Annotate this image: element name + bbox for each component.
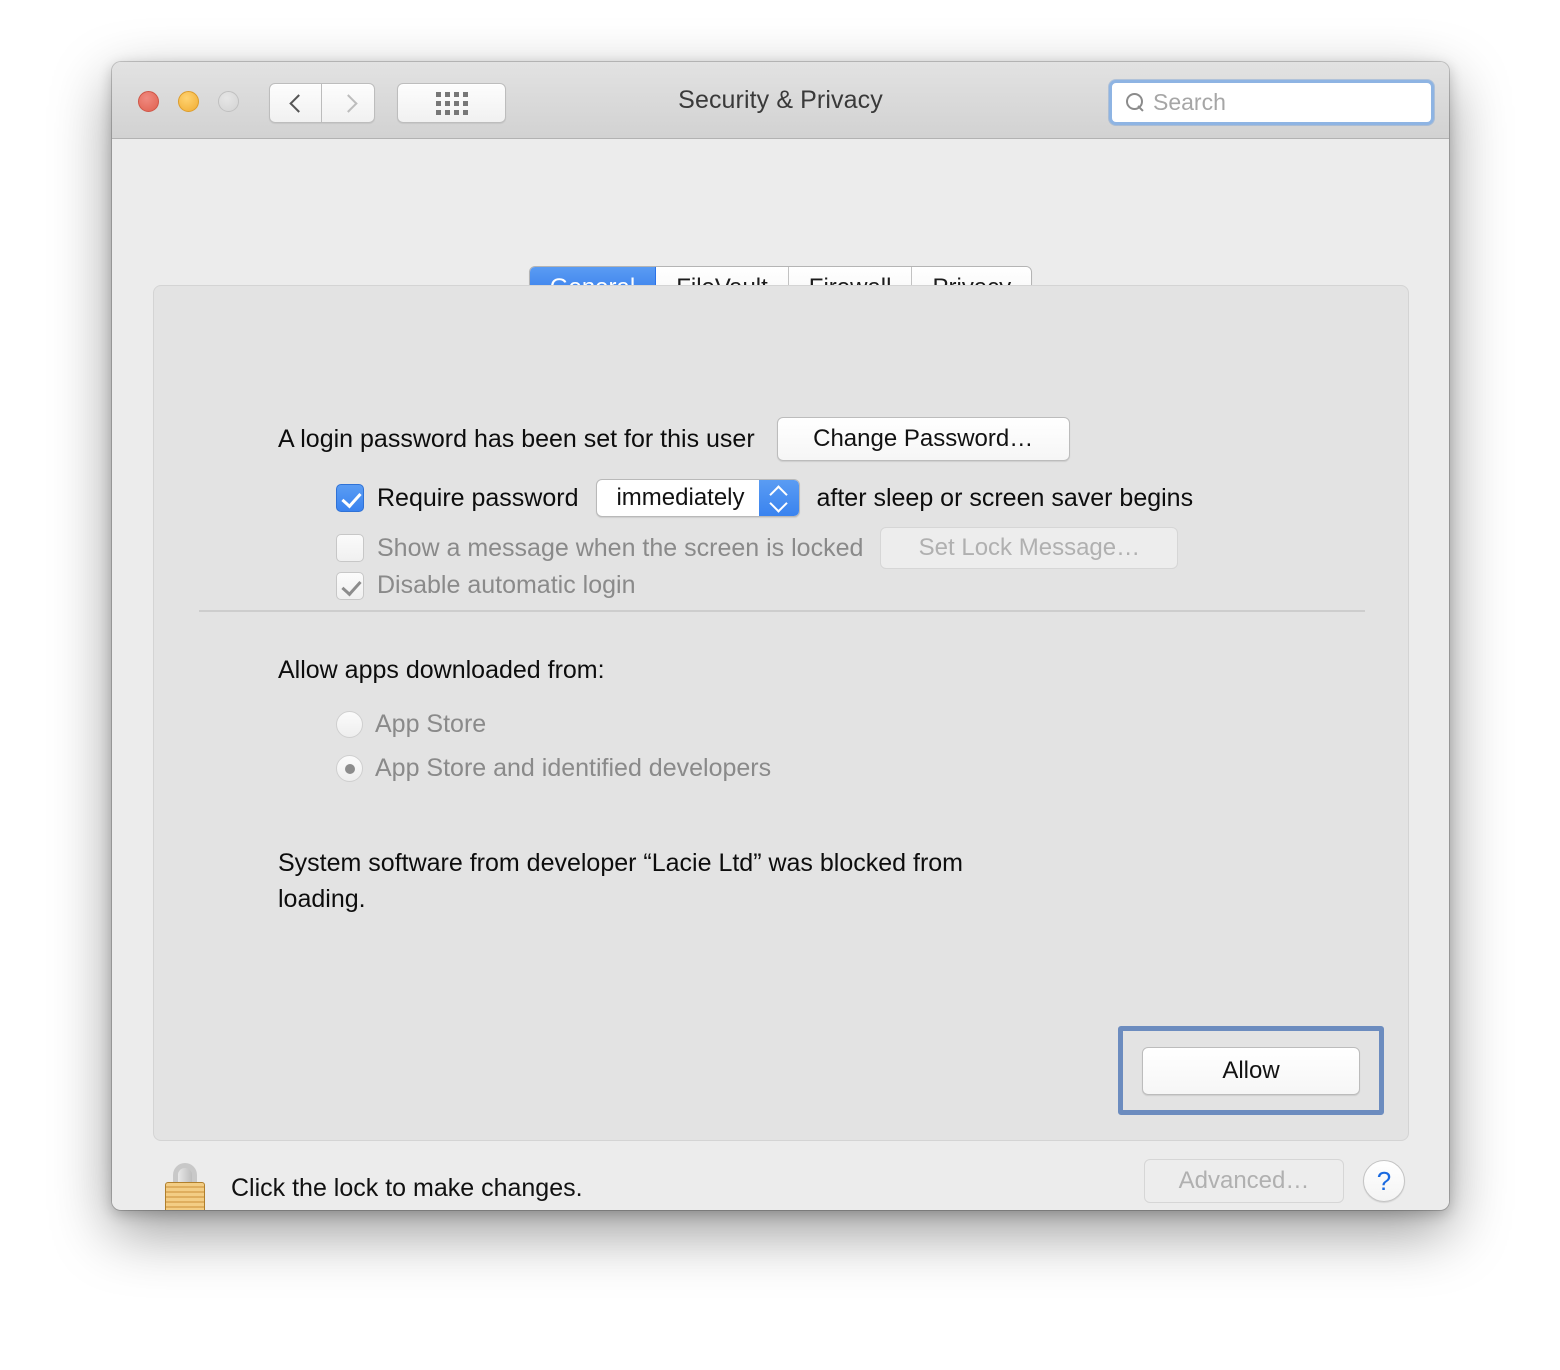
screenshot-stage: Security & Privacy General FileVault Fir… [0, 0, 1560, 1370]
radio-app-store-row[interactable]: App Store [336, 710, 486, 739]
login-password-label: A login password has been set for this u… [278, 424, 755, 453]
section-divider [199, 610, 1365, 612]
require-password-delay-popup[interactable]: immediately [595, 479, 800, 517]
require-password-delay-value: immediately [616, 484, 745, 511]
search-input[interactable] [1153, 89, 1403, 116]
lock-area[interactable]: Click the lock to make changes. [163, 1162, 583, 1210]
help-button[interactable]: ? [1363, 1160, 1405, 1202]
show-lock-message-row: Show a message when the screen is locked… [336, 527, 1179, 569]
lock-closed-icon[interactable] [163, 1162, 207, 1210]
system-preferences-window: Security & Privacy General FileVault Fir… [112, 62, 1449, 1210]
radio-identified-developers-label: App Store and identified developers [375, 754, 772, 782]
footer-button-group: Advanced… ? [1144, 1159, 1405, 1203]
window-titlebar: Security & Privacy [112, 62, 1449, 139]
allow-apps-label: Allow apps downloaded from: [278, 656, 605, 684]
allow-button[interactable]: Allow [1142, 1046, 1360, 1095]
radio-identified-developers-row[interactable]: App Store and identified developers [336, 754, 771, 783]
disable-automatic-login-checkbox[interactable] [336, 571, 364, 600]
radio-app-store-label: App Store [375, 710, 487, 738]
advanced-button[interactable]: Advanced… [1144, 1159, 1344, 1203]
set-lock-message-button[interactable]: Set Lock Message… [880, 527, 1179, 569]
blocked-software-notice: System software from developer “Lacie Lt… [278, 849, 963, 913]
require-password-checkbox[interactable] [336, 484, 364, 512]
chevron-updown-icon[interactable] [758, 480, 799, 516]
login-password-row: A login password has been set for this u… [278, 417, 1070, 461]
change-password-button[interactable]: Change Password… [776, 417, 1070, 461]
require-password-suffix-label: after sleep or screen saver begins [816, 483, 1194, 512]
allow-button-focus-ring: Allow [1118, 1026, 1384, 1115]
window-body: General FileVault Firewall Privacy A log… [112, 139, 1449, 1210]
disable-automatic-login-row: Disable automatic login [336, 571, 635, 600]
general-tab-panel: A login password has been set for this u… [153, 285, 1409, 1141]
require-password-row: Require password immediately after sleep… [336, 479, 1193, 517]
lock-hint-label: Click the lock to make changes. [231, 1173, 583, 1202]
search-field[interactable] [1109, 80, 1434, 125]
show-lock-message-checkbox[interactable] [336, 534, 364, 562]
radio-app-store-button[interactable] [336, 711, 363, 738]
radio-identified-developers-button[interactable] [336, 755, 363, 782]
show-lock-message-label: Show a message when the screen is locked [377, 533, 864, 562]
search-icon [1126, 93, 1145, 112]
disable-automatic-login-label: Disable automatic login [377, 571, 636, 599]
require-password-label: Require password [377, 483, 579, 512]
